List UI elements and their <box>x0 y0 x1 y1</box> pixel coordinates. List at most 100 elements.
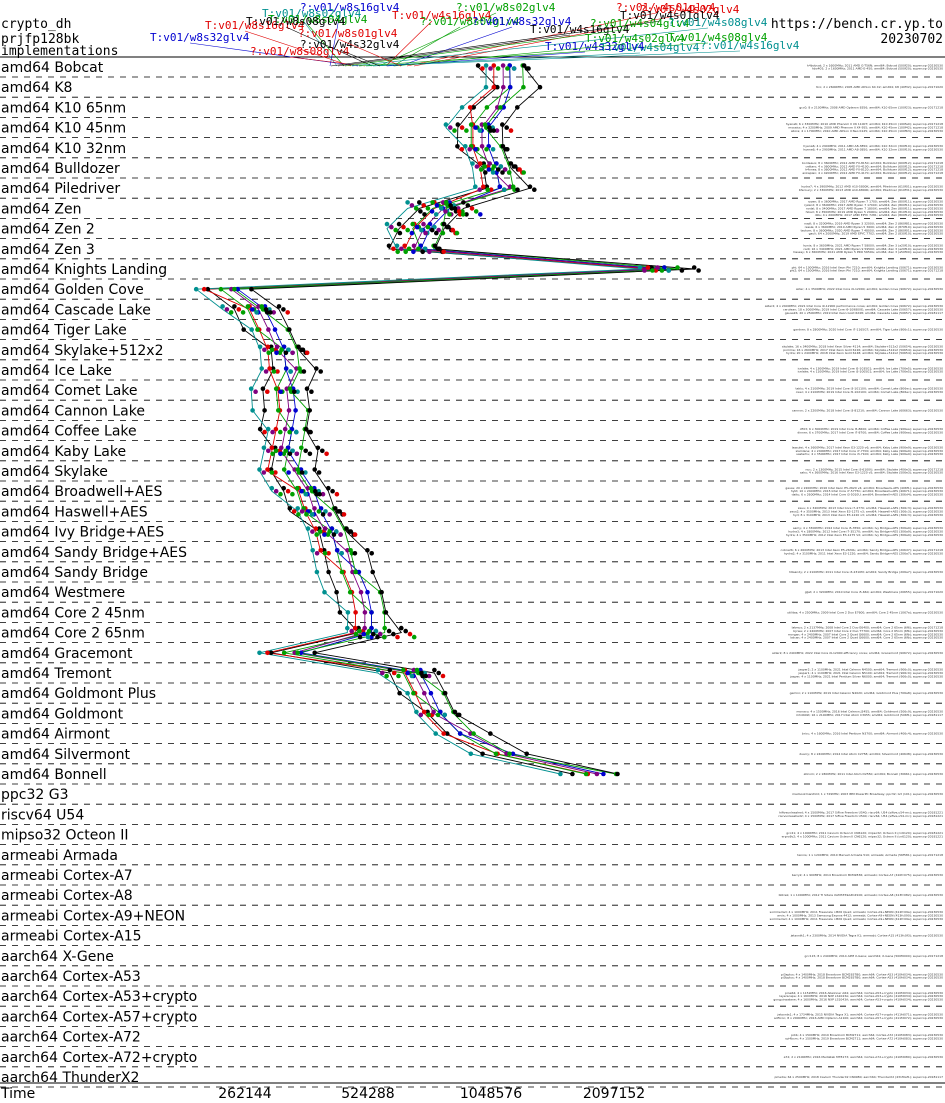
cpu-label: amd64 Zen <box>1 201 81 217</box>
data-point <box>409 230 415 236</box>
data-point <box>287 506 293 511</box>
machine-note: duarry; 8 x 2400MHz; 2014 Intel Atom C27… <box>799 752 943 756</box>
data-point <box>253 389 258 395</box>
data-point <box>352 532 358 537</box>
machine-note: hbo405; 2 x 1600MHz; 2011 AMD E-450; amd… <box>812 67 943 71</box>
data-point <box>265 426 271 432</box>
data-point <box>270 429 275 435</box>
data-point <box>322 551 328 556</box>
data-point <box>318 548 324 553</box>
data-point <box>353 569 358 575</box>
data-point <box>465 203 471 208</box>
data-point <box>295 650 301 656</box>
data-point <box>675 265 680 270</box>
data-point <box>318 369 324 374</box>
machine-note: alder; 4 x 3500MHz; 2022 Intel Core i9-1… <box>796 287 943 291</box>
x-tick-label: 1048576 <box>460 1086 522 1102</box>
cpu-label: aarch64 ThunderX2 <box>1 1070 139 1086</box>
data-point <box>380 670 385 676</box>
machine-note: sommerlad; 4 x 1000MHz; 2011 Freescale i… <box>770 917 943 921</box>
data-point <box>249 327 254 332</box>
data-point <box>391 631 396 637</box>
data-point <box>467 147 473 152</box>
data-point <box>389 224 394 230</box>
cpu-label: amd64 Golden Cove <box>1 282 144 298</box>
data-point <box>468 751 474 757</box>
data-point <box>304 350 310 356</box>
machine-note: daitu; 6 x 2600MHz; 2014 Intel Core i3-5… <box>792 493 944 497</box>
data-point <box>299 470 305 475</box>
data-point <box>331 532 337 537</box>
implementation-label: T:v01/w4s02glv4 <box>585 32 685 45</box>
data-point <box>488 731 493 736</box>
data-point <box>521 170 526 175</box>
data-point <box>296 512 301 517</box>
data-point <box>313 488 318 494</box>
data-point <box>642 268 647 273</box>
data-point <box>320 448 325 454</box>
data-point <box>218 286 224 292</box>
data-point <box>266 448 271 454</box>
data-point <box>414 709 419 715</box>
data-point <box>418 209 423 214</box>
data-point <box>322 532 327 537</box>
data-point <box>481 184 486 189</box>
data-point <box>286 408 292 413</box>
data-point <box>365 634 371 640</box>
data-point <box>201 286 207 292</box>
data-point <box>508 161 514 166</box>
machine-note: h6sandy; 2 x 2100MHz; 2011 Intel Core i3… <box>789 570 943 574</box>
data-point <box>490 147 496 152</box>
data-point <box>473 184 478 189</box>
cpu-label: amd64 Broadwell+AES <box>1 484 162 500</box>
data-point <box>427 249 432 255</box>
data-point <box>433 212 439 217</box>
data-point <box>650 268 655 273</box>
data-point <box>314 569 320 575</box>
data-point <box>334 491 340 497</box>
machine-note: gonguinsatane; 4 x 1600MHz; 2016 NXP LS1… <box>773 998 943 1002</box>
data-point <box>496 167 501 172</box>
data-point <box>285 488 291 494</box>
cpu-label: amd64 Core 2 65nm <box>1 626 145 642</box>
data-point <box>493 751 499 757</box>
x-axis-label: Time <box>0 1086 35 1102</box>
data-point <box>440 230 446 236</box>
data-point <box>696 268 701 273</box>
cpu-label: armeabi Armada <box>1 848 118 864</box>
data-point <box>405 690 410 696</box>
data-point <box>413 206 419 211</box>
data-point <box>349 628 355 634</box>
data-point <box>292 389 297 395</box>
data-point <box>316 470 322 475</box>
data-point <box>357 628 362 634</box>
data-point <box>361 631 367 637</box>
data-point <box>337 509 343 514</box>
data-point <box>397 230 403 236</box>
data-point <box>452 128 457 133</box>
data-point <box>279 445 284 451</box>
data-point <box>384 221 390 227</box>
data-point <box>454 230 460 236</box>
data-point <box>497 184 503 189</box>
data-point <box>414 667 420 673</box>
data-point <box>435 712 441 718</box>
data-point <box>500 170 505 175</box>
data-point <box>500 63 506 68</box>
data-point <box>382 634 387 640</box>
data-point <box>423 230 428 236</box>
machine-note: bricc; 4 x 1600MHz; 2016 Intel Pentium N… <box>802 732 943 736</box>
cpu-label: amd64 Bobcat <box>1 60 104 76</box>
data-point <box>241 327 246 332</box>
data-point <box>403 628 409 634</box>
data-point <box>263 369 269 374</box>
data-point <box>477 187 483 192</box>
cpu-label: aarch64 Cortex-A53 <box>1 969 141 985</box>
data-point <box>286 470 291 475</box>
report-date: 20230702 <box>880 32 943 47</box>
data-point <box>338 532 343 537</box>
data-point <box>409 673 415 679</box>
data-point <box>344 526 349 531</box>
data-point <box>326 485 331 491</box>
cpu-label: amd64 Airmont <box>1 727 110 743</box>
